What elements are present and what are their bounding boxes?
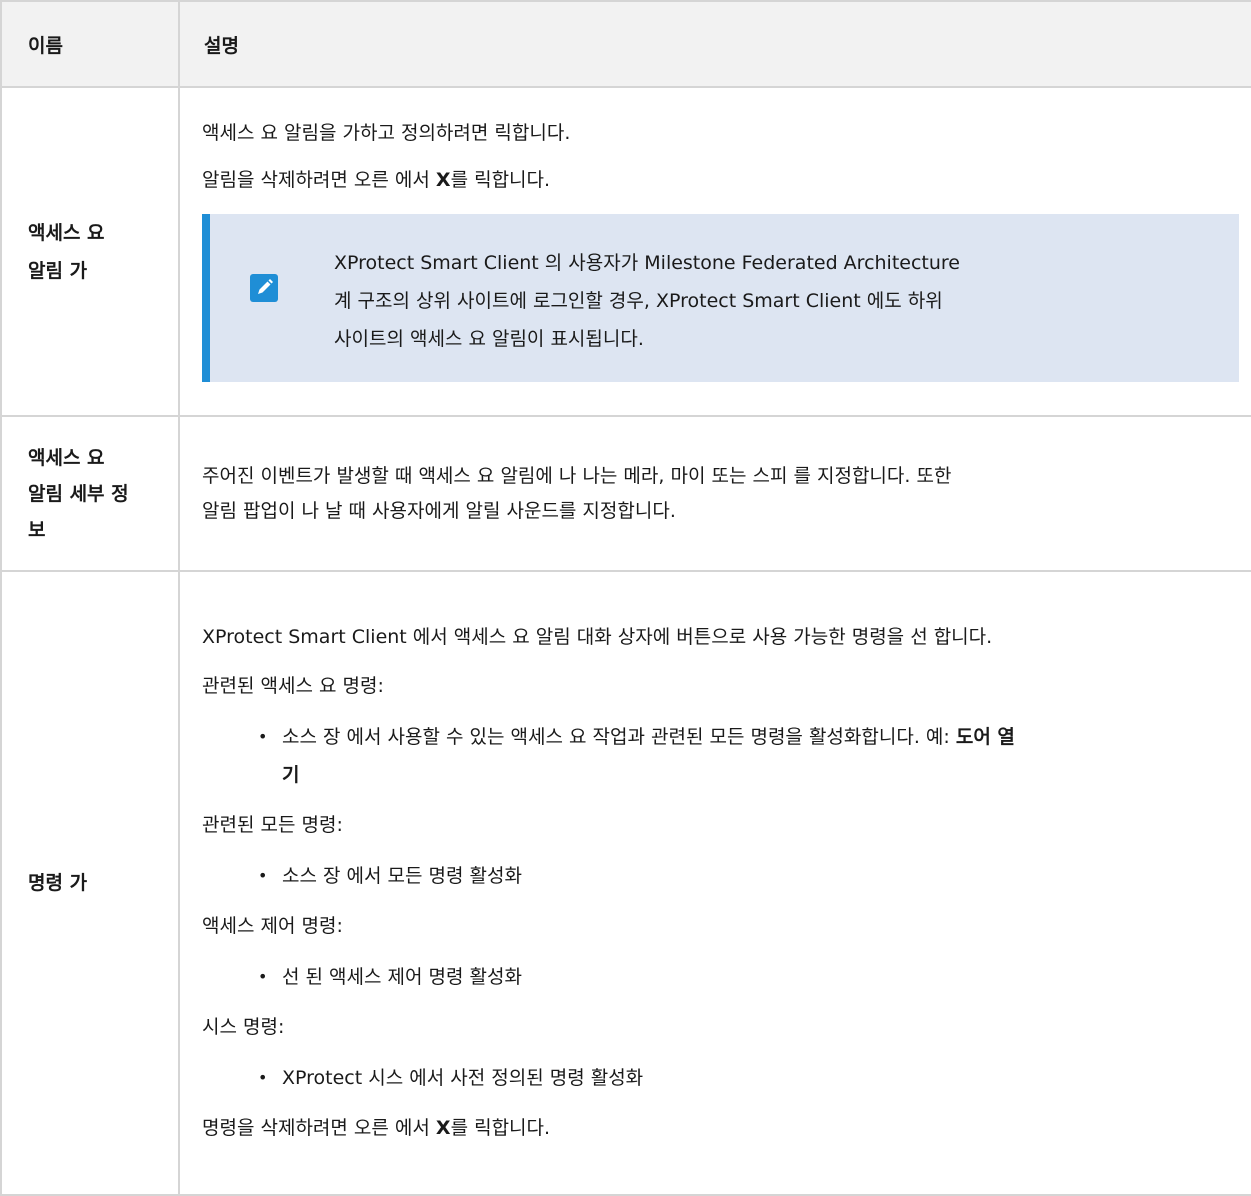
text-span: 소스 장 에서 사용할 수 있는 액세스 요 작업과 관련된 모든 명령을 활성… bbox=[282, 726, 956, 748]
description-paragraph: 알림을 삭제하려면 오른 에서 X를 릭합니다. bbox=[202, 163, 1239, 198]
bullet-list: 소스 장 에서 사용할 수 있는 액세스 요 작업과 관련된 모든 명령을 활성… bbox=[202, 718, 1239, 794]
list-item: 소스 장 에서 모든 명령 활성화 bbox=[258, 857, 1239, 895]
description-paragraph: 액세스 요 알림을 가하고 정의하려면 릭합니다. bbox=[202, 121, 571, 144]
pencil-note-icon bbox=[250, 273, 278, 302]
note-line: 계 구조의 상위 사이트에 로그인할 경우, XProtect Smart Cl… bbox=[334, 289, 943, 312]
bullet-list: XProtect 시스 에서 사전 정의된 명령 활성화 bbox=[202, 1059, 1239, 1097]
row-name-line: 액세스 요 bbox=[28, 221, 105, 244]
bold-x: X bbox=[435, 1117, 451, 1139]
section-label: 액세스 제어 명령: bbox=[202, 915, 343, 937]
header-description: 설명 bbox=[178, 0, 1251, 88]
description-paragraph: XProtect Smart Client 에서 액세스 요 알림 대화 상자에… bbox=[202, 626, 993, 648]
row-description-cell: XProtect Smart Client 에서 액세스 요 알림 대화 상자에… bbox=[178, 570, 1251, 1196]
row-name-line: 보 bbox=[28, 518, 46, 541]
bullet-list: 소스 장 에서 모든 명령 활성화 bbox=[202, 857, 1239, 895]
note-box: XProtect Smart Client 의 사용자가 Milestone F… bbox=[202, 213, 1239, 382]
table-row: 액세스 요 알림 가 액세스 요 알림을 가하고 정의하려면 릭합니다. 알림을… bbox=[0, 86, 1251, 417]
bold-x: X bbox=[435, 168, 451, 191]
description-paragraph: 명령을 삭제하려면 오른 에서 X를 릭합니다. bbox=[202, 1111, 1239, 1146]
definition-table: 이름 설명 액세스 요 알림 가 액세스 요 알림을 가하고 정의하려면 릭합니… bbox=[0, 0, 1251, 1196]
list-item: XProtect 시스 에서 사전 정의된 명령 활성화 bbox=[258, 1059, 1239, 1097]
section-label: 관련된 모든 명령: bbox=[202, 814, 343, 836]
list-item: 소스 장 에서 사용할 수 있는 액세스 요 작업과 관련된 모든 명령을 활성… bbox=[258, 718, 1239, 794]
text-span: 를 릭합니다. bbox=[450, 168, 551, 191]
row-description-cell: 주어진 이벤트가 발생할 때 액세스 요 알림에 나 나는 메라, 마이 또는 … bbox=[178, 415, 1251, 572]
text-span: 를 릭합니다. bbox=[450, 1117, 551, 1139]
row-name-cell: 액세스 요 알림 가 bbox=[0, 86, 180, 417]
header-name: 이름 bbox=[0, 0, 180, 88]
bullet-list: 선 된 액세스 제어 명령 활성화 bbox=[202, 958, 1239, 996]
table-row: 명령 가 XProtect Smart Client 에서 액세스 요 알림 대… bbox=[0, 570, 1251, 1196]
row-description-cell: 액세스 요 알림을 가하고 정의하려면 릭합니다. 알림을 삭제하려면 오른 에… bbox=[178, 86, 1251, 417]
bold-text: 기 bbox=[282, 764, 300, 786]
list-item: 선 된 액세스 제어 명령 활성화 bbox=[258, 958, 1239, 996]
note-line: XProtect Smart Client 의 사용자가 Milestone F… bbox=[334, 251, 960, 274]
row-name-line: 알림 가 bbox=[28, 259, 88, 282]
section-label: 시스 명령: bbox=[202, 1016, 285, 1038]
row-name-line: 액세스 요 bbox=[28, 446, 105, 469]
bold-text: 도어 열 bbox=[955, 726, 1015, 748]
header-row: 이름 설명 bbox=[0, 0, 1251, 88]
note-line: 사이트의 액세스 요 알림이 표시됩니다. bbox=[334, 327, 644, 350]
row-name-line: 알림 세부 정 bbox=[28, 482, 129, 505]
description-line: 주어진 이벤트가 발생할 때 액세스 요 알림에 나 나는 메라, 마이 또는 … bbox=[202, 464, 952, 487]
table-row: 액세스 요 알림 세부 정 보 주어진 이벤트가 발생할 때 액세스 요 알림에… bbox=[0, 415, 1251, 572]
text-span: 명령을 삭제하려면 오른 에서 bbox=[202, 1117, 436, 1139]
section-label: 관련된 액세스 요 명령: bbox=[202, 675, 384, 697]
text-span: 알림을 삭제하려면 오른 에서 bbox=[202, 168, 436, 191]
row-name-cell: 액세스 요 알림 세부 정 보 bbox=[0, 415, 180, 572]
row-name-cell: 명령 가 bbox=[0, 570, 180, 1196]
description-line: 알림 팝업이 나 날 때 사용자에게 알릴 사운드를 지정합니다. bbox=[202, 499, 676, 522]
